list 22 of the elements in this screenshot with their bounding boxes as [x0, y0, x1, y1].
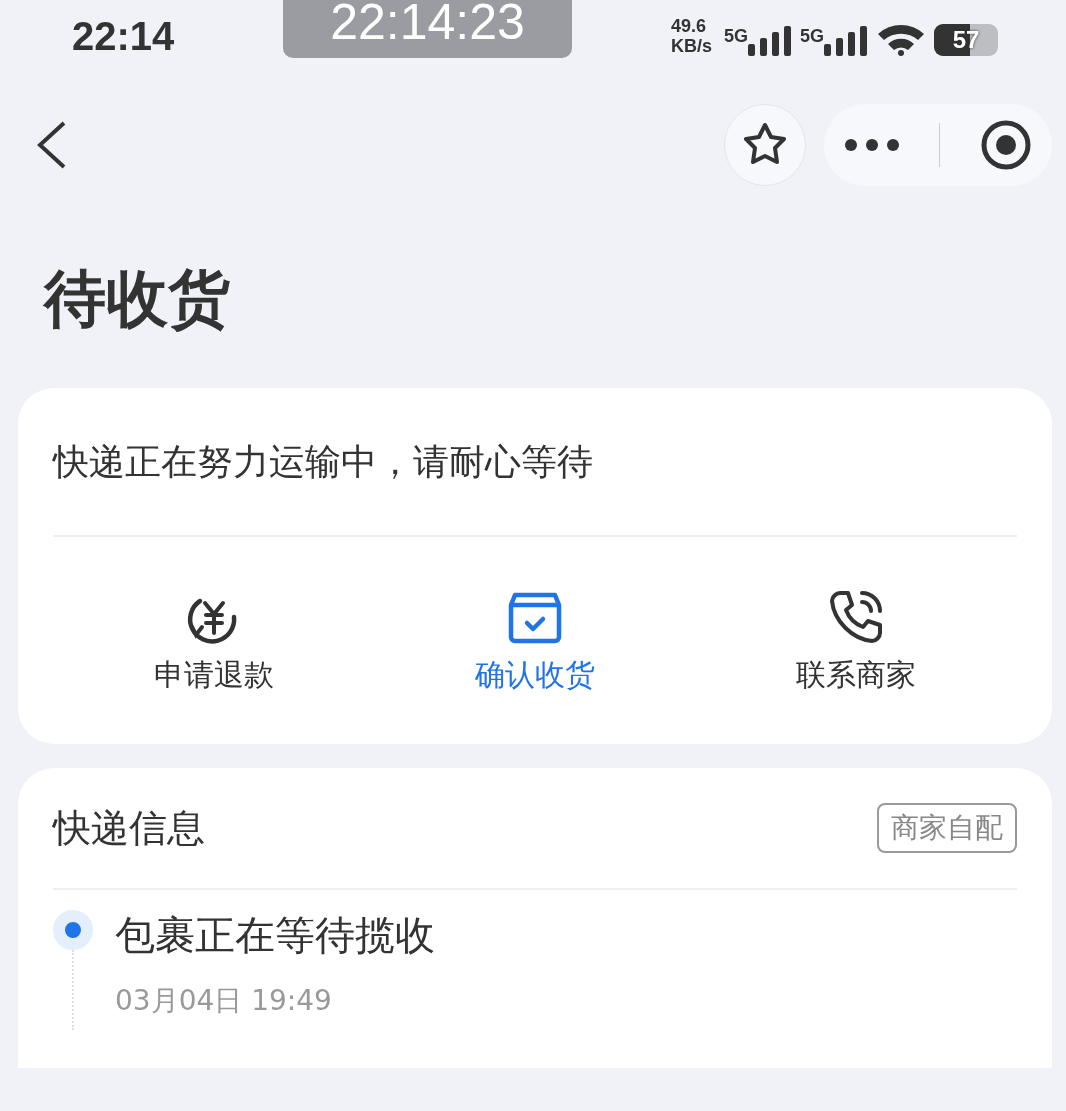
- wifi-icon: [876, 22, 926, 56]
- network-type: 5G: [723, 26, 748, 47]
- target-icon: [980, 119, 1033, 171]
- event-time: 03月04日 19:49: [115, 983, 333, 1019]
- page-title: 待收货: [42, 261, 231, 337]
- network-unit: KB/s: [670, 36, 712, 56]
- status-message: 快递正在努力运输中，请耐心等待: [53, 440, 594, 484]
- signal-icon: [748, 26, 792, 56]
- section-title: 快递信息: [53, 804, 205, 852]
- more-button[interactable]: [843, 138, 900, 152]
- recording-timer: 22:14:23: [283, 0, 572, 58]
- action-button[interactable]: 联系商家: [756, 587, 957, 696]
- event-text: 包裹正在等待揽收: [115, 911, 435, 960]
- action-button[interactable]: 申请退款: [113, 587, 314, 696]
- clock-time: 22:14: [72, 13, 175, 59]
- close-button[interactable]: [980, 119, 1033, 171]
- signal-icon: [824, 26, 868, 56]
- network-speed: 49.6: [670, 16, 707, 36]
- more-icon: [843, 138, 900, 152]
- network-type: 5G: [800, 26, 824, 47]
- action-button[interactable]: 确认收货: [435, 587, 635, 696]
- tag: 商家自配: [877, 803, 1017, 853]
